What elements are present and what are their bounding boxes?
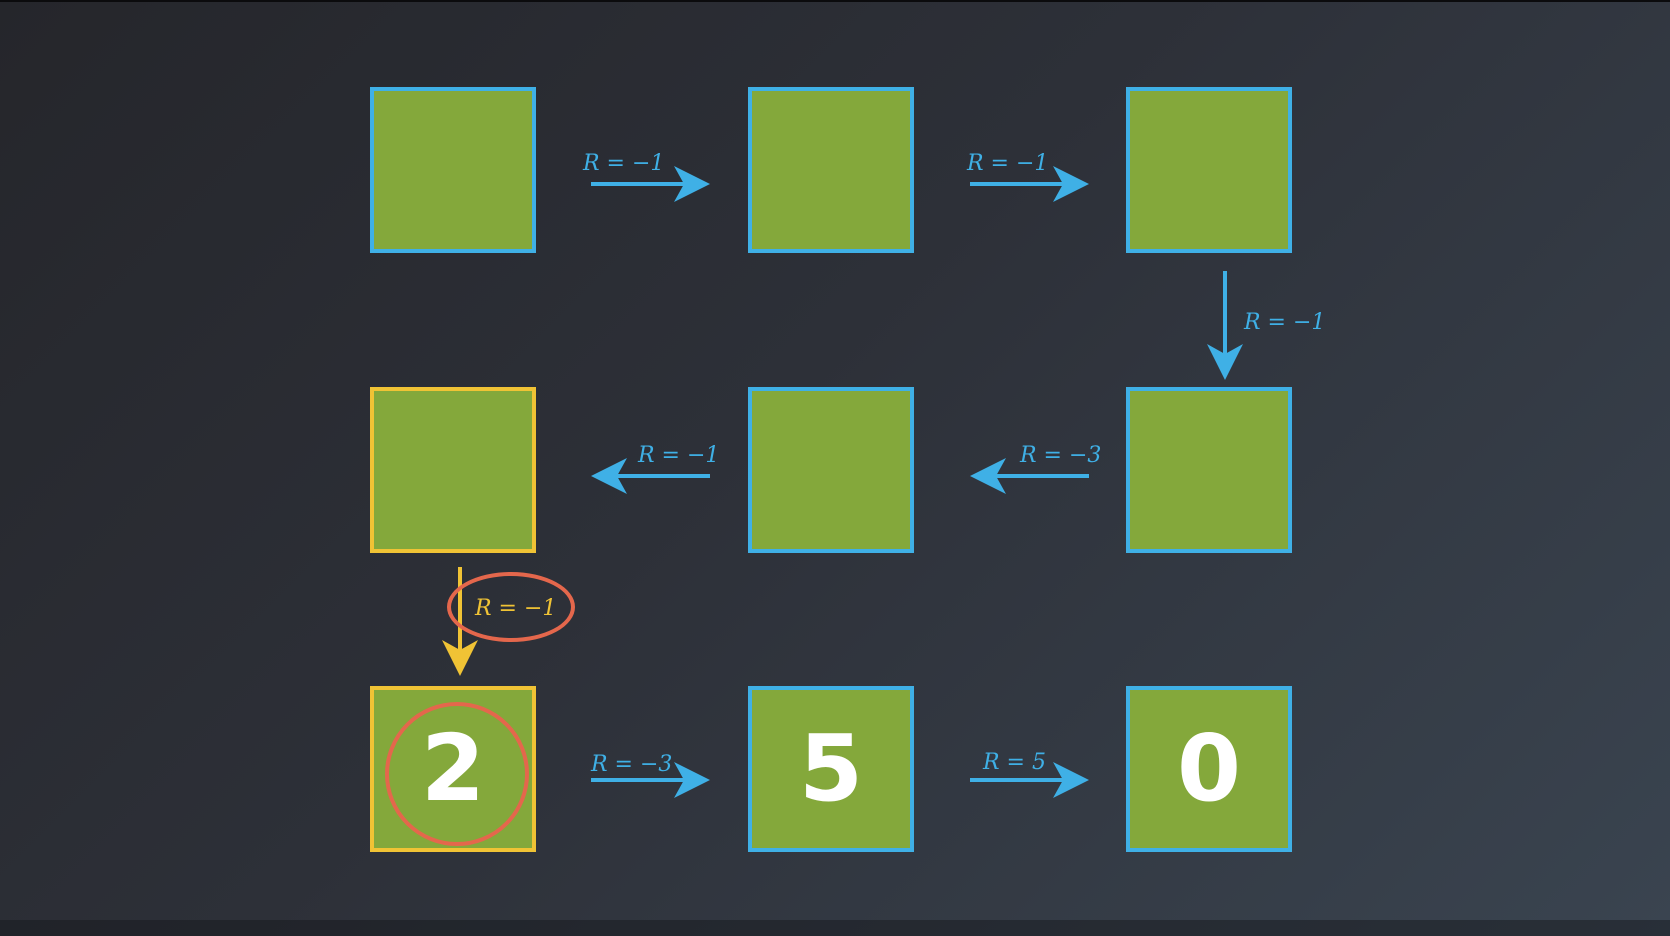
reward-label-r1c1-r1c2: R = −1 bbox=[583, 151, 665, 176]
reward-label-r3c2-r3c3: R = 5 bbox=[983, 750, 1046, 775]
reward-label-r1c2-r1c3: R = −1 bbox=[967, 151, 1049, 176]
arrow-r1c3-to-r2c3 bbox=[1207, 271, 1243, 380]
reward-label-r3c1-r3c2: R = −3 bbox=[591, 752, 673, 777]
transition-arrows bbox=[442, 166, 1243, 798]
reward-label-r1c3-r2c3: R = −1 bbox=[1244, 310, 1326, 335]
bottom-bar bbox=[0, 920, 1670, 936]
annotation-circle bbox=[385, 702, 529, 846]
diagram-canvas: 2 5 0 R = −1 R = −1 R = −1 R = −1 R = −3… bbox=[0, 0, 1670, 936]
reward-label-r2c3-r2c2: R = −3 bbox=[1020, 443, 1102, 468]
reward-label-r2c2-r2c1: R = −1 bbox=[638, 443, 720, 468]
annotation-ellipse bbox=[447, 572, 575, 642]
